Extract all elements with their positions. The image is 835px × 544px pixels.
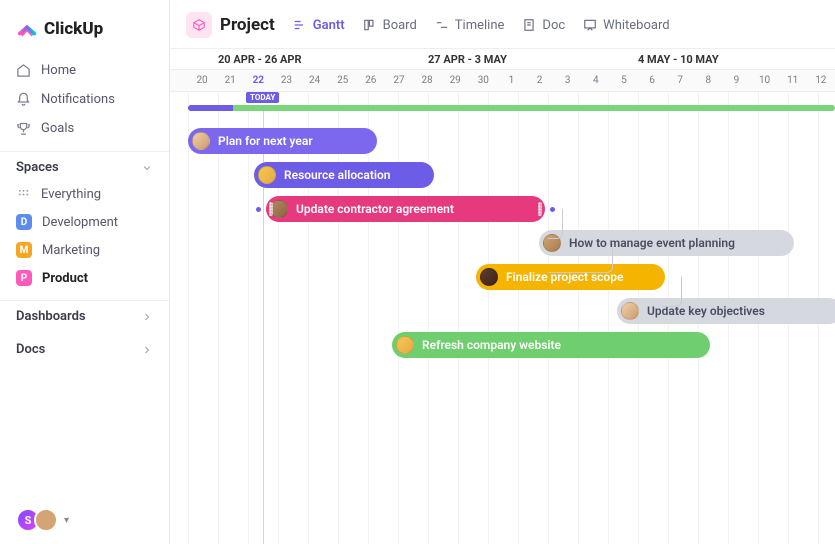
- drag-handle-icon[interactable]: [538, 202, 542, 216]
- day-cell: 1: [497, 70, 525, 91]
- logo[interactable]: ClickUp: [0, 18, 169, 56]
- nav-home[interactable]: Home: [0, 56, 169, 85]
- day-cell: 4: [582, 70, 610, 91]
- day-cell: 22: [244, 70, 272, 91]
- task-label: Resource allocation: [284, 168, 390, 182]
- sidebar-item-development[interactable]: D Development: [0, 208, 169, 236]
- gantt-icon: [293, 18, 307, 32]
- sidebar-item-product[interactable]: P Product: [0, 264, 169, 292]
- dependency-link: [548, 243, 613, 273]
- space-everything-label: Everything: [41, 187, 101, 202]
- week-label: 20 APR - 26 APR: [218, 49, 302, 66]
- doc-icon: [522, 18, 536, 32]
- avatar: [192, 132, 210, 150]
- clickup-logo-icon: [16, 18, 38, 40]
- space-label: Development: [42, 215, 118, 230]
- cube-icon: [186, 12, 212, 38]
- avatar: [258, 166, 276, 184]
- topbar: Project Gantt Board Timeline Doc Whitebo…: [170, 0, 835, 48]
- avatar: [396, 336, 414, 354]
- view-timeline[interactable]: Timeline: [435, 18, 505, 33]
- dependency-link: [662, 277, 682, 307]
- gantt-bar[interactable]: Plan for next year: [188, 128, 377, 154]
- gantt-bar[interactable]: Update key objectives: [617, 298, 835, 324]
- day-cell: 25: [329, 70, 357, 91]
- nav-goals-label: Goals: [41, 121, 74, 136]
- grid-dots-icon: [16, 187, 31, 202]
- week-label: 27 APR - 3 MAY: [428, 49, 507, 66]
- chevron-down-icon: ▾: [64, 515, 69, 526]
- dashboards-header[interactable]: Dashboards: [0, 300, 169, 330]
- chevron-down-icon: [141, 162, 153, 174]
- view-gantt[interactable]: Gantt: [293, 18, 345, 33]
- day-cell: 29: [441, 70, 469, 91]
- overall-progress: [188, 105, 835, 111]
- gantt-bar[interactable]: Resource allocation: [254, 162, 434, 188]
- view-doc[interactable]: Doc: [522, 18, 565, 33]
- chevron-right-icon: [141, 311, 153, 323]
- space-badge: D: [16, 214, 32, 230]
- day-cell: 8: [694, 70, 722, 91]
- week-label: 4 MAY - 10 MAY: [638, 49, 719, 66]
- day-cell: 26: [357, 70, 385, 91]
- avatar: [34, 508, 58, 532]
- gantt-bar[interactable]: Update contractor agreement: [266, 196, 545, 222]
- week-header-row: 20 APR - 26 APR 27 APR - 3 MAY 4 MAY - 10 …: [170, 48, 835, 70]
- logo-text: ClickUp: [44, 19, 103, 39]
- day-cell: 30: [469, 70, 497, 91]
- view-board[interactable]: Board: [363, 18, 417, 33]
- view-whiteboard[interactable]: Whiteboard: [583, 18, 669, 33]
- drag-handle-icon[interactable]: [269, 202, 273, 216]
- task-label: Refresh company website: [422, 338, 561, 352]
- nav-goals[interactable]: Goals: [0, 114, 169, 143]
- day-cell: 12: [807, 70, 835, 91]
- day-cell: 21: [216, 70, 244, 91]
- day-header-row: 2021222324252627282930123456789101112: [170, 70, 835, 92]
- nav-home-label: Home: [41, 63, 76, 78]
- nav-notifications-label: Notifications: [41, 92, 115, 107]
- docs-header[interactable]: Docs: [0, 334, 169, 363]
- user-cluster[interactable]: S ▾: [0, 508, 169, 532]
- avatar: [480, 268, 498, 286]
- day-cell: 9: [722, 70, 750, 91]
- day-cell: 2: [526, 70, 554, 91]
- day-cell: 20: [188, 70, 216, 91]
- project-title[interactable]: Project: [186, 12, 275, 38]
- home-icon: [16, 63, 31, 78]
- timeline-icon: [435, 18, 449, 32]
- space-everything[interactable]: Everything: [0, 181, 169, 208]
- bell-icon: [16, 92, 31, 107]
- gantt-bar[interactable]: Refresh company website: [392, 332, 710, 358]
- board-icon: [363, 18, 377, 32]
- task-label: Plan for next year: [218, 134, 313, 148]
- day-cell: 7: [666, 70, 694, 91]
- chevron-right-icon: [141, 344, 153, 356]
- day-cell: 3: [554, 70, 582, 91]
- spaces-header[interactable]: Spaces: [0, 151, 169, 181]
- task-label: Update contractor agreement: [296, 202, 454, 216]
- space-label: Marketing: [42, 243, 100, 258]
- sidebar-item-marketing[interactable]: M Marketing: [0, 236, 169, 264]
- today-badge: TODAY: [246, 92, 279, 103]
- trophy-icon: [16, 121, 31, 136]
- dependency-link: [548, 209, 563, 239]
- day-cell: 11: [779, 70, 807, 91]
- day-cell: 6: [638, 70, 666, 91]
- space-label: Product: [42, 271, 88, 286]
- day-cell: 24: [301, 70, 329, 91]
- avatar: [621, 302, 639, 320]
- day-cell: 28: [413, 70, 441, 91]
- day-cell: 27: [385, 70, 413, 91]
- space-badge: P: [16, 270, 32, 286]
- link-dot[interactable]: [256, 207, 261, 212]
- day-cell: 5: [610, 70, 638, 91]
- day-cell: 10: [751, 70, 779, 91]
- day-cell: 23: [272, 70, 300, 91]
- whiteboard-icon: [583, 18, 597, 32]
- nav-notifications[interactable]: Notifications: [0, 85, 169, 114]
- space-badge: M: [16, 242, 32, 258]
